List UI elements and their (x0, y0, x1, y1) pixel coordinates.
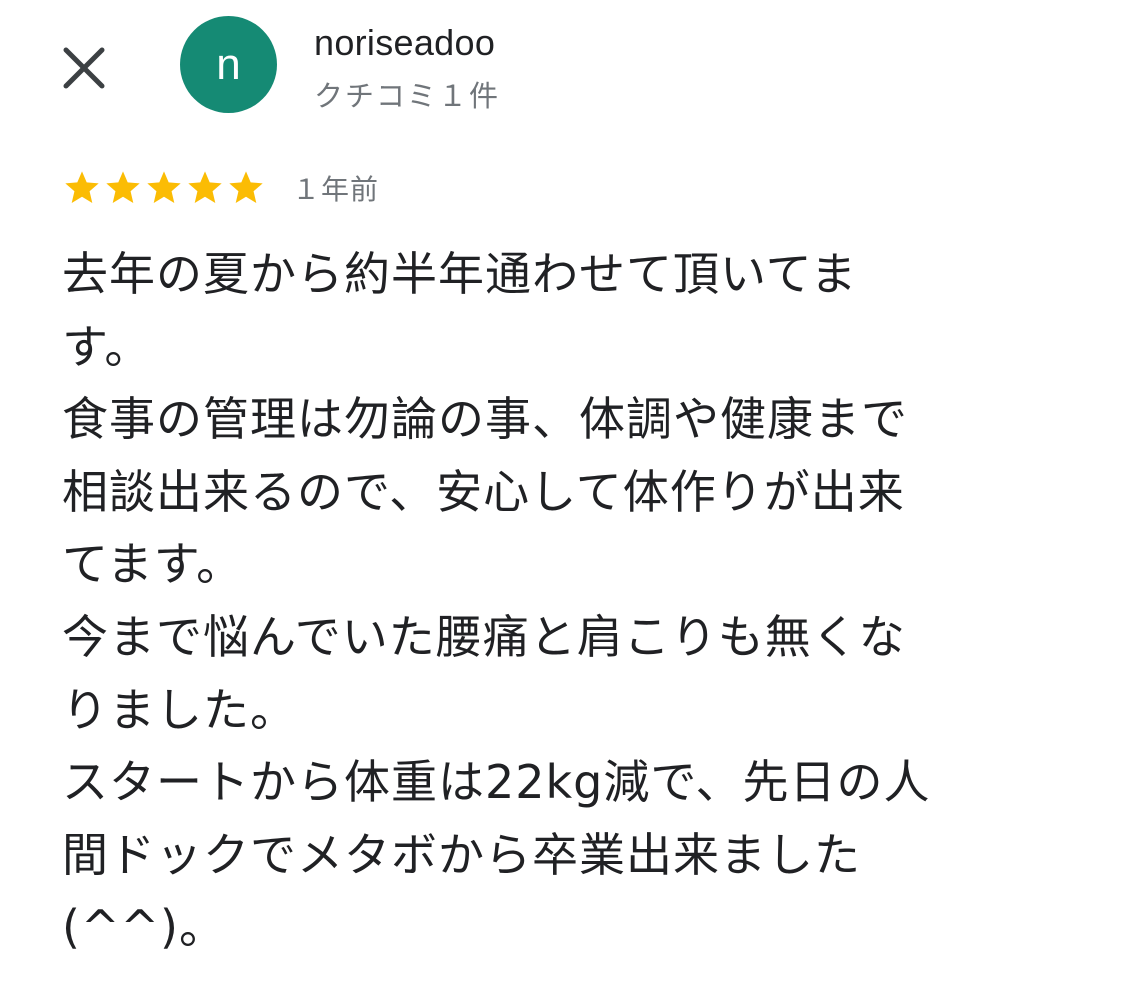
star-icon (103, 168, 143, 208)
review-line: す。 (62, 319, 152, 374)
avatar[interactable]: n (180, 16, 277, 113)
review-line: りました。 (62, 682, 297, 737)
review-line: 今まで悩んでいた腰痛と肩こりも無くな (62, 609, 906, 664)
review-line: てます。 (62, 537, 244, 592)
review-text: 去年の夏から約半年通わせて頂いてま す。 食事の管理は勿論の事、体調や健康まで … (62, 238, 1052, 964)
star-icon (62, 168, 102, 208)
star-rating (62, 168, 266, 208)
review-line: 相談出来るので、安心して体作りが出来 (62, 464, 905, 519)
review-line: 去年の夏から約半年通わせて頂いてま (62, 247, 858, 301)
review-line: 間ドックでメタボから卒業出来ました (62, 827, 861, 882)
review-date: １年前 (292, 173, 380, 206)
close-icon (63, 47, 105, 89)
user-name[interactable]: noriseadoo (314, 22, 495, 64)
star-icon (185, 168, 225, 208)
review-count: クチコミ１件 (314, 79, 501, 113)
review-line: スタートから体重は22kg減で、先日の人 (62, 755, 931, 810)
rating-row: １年前 (62, 168, 379, 208)
star-icon (144, 168, 184, 208)
star-icon (226, 168, 266, 208)
review-line: (^^)。 (62, 900, 226, 955)
review-line: 食事の管理は勿論の事、体調や健康まで (62, 392, 908, 447)
close-button[interactable] (58, 42, 110, 94)
